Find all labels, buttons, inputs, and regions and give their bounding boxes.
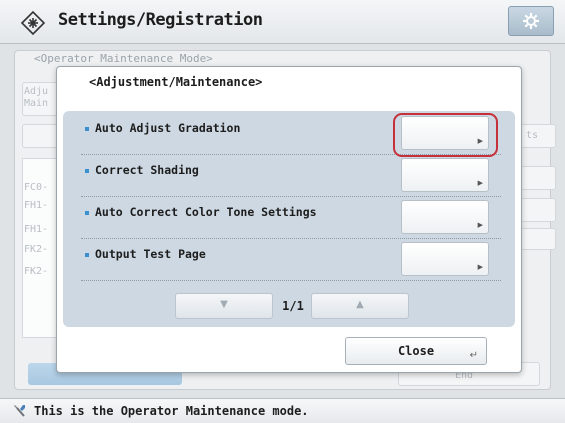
title-bar: Settings/Registration (0, 0, 565, 44)
background-label: ts (526, 130, 539, 141)
scroll-up-button[interactable]: ▲ (311, 293, 409, 319)
background-list-item: FH1- (24, 224, 49, 235)
background-list-item: FC0- (24, 182, 49, 193)
output-test-page-button[interactable]: ▶ (401, 242, 489, 276)
triangle-up-icon: ▲ (356, 299, 364, 310)
adjustment-maintenance-dialog: <Adjustment/Maintenance> Auto Adjust Gra… (56, 66, 522, 373)
bullet-icon (85, 127, 89, 131)
background-label: Adju (24, 86, 49, 97)
wrench-icon (14, 405, 25, 417)
correct-shading-button[interactable]: ▶ (401, 158, 489, 192)
gear-icon (523, 13, 539, 29)
bullet-icon (85, 211, 89, 215)
background-button (520, 166, 556, 190)
background-button (520, 198, 556, 222)
settings-registration-icon (20, 10, 46, 36)
status-message: This is the Operator Maintenance mode. (34, 404, 309, 418)
status-bar: This is the Operator Maintenance mode. (0, 398, 565, 423)
selection-highlight (393, 113, 498, 157)
page-indicator: 1/1 (282, 299, 304, 313)
triangle-right-icon: ▶ (477, 179, 483, 187)
return-arrow-icon: ↵ (469, 350, 478, 361)
settings-button[interactable] (508, 6, 554, 36)
background-subtitle: <Operator Maintenance Mode> (34, 52, 213, 65)
close-label: Close (397, 344, 435, 358)
scroll-down-button[interactable]: ▼ (175, 293, 273, 319)
item-label: Auto Adjust Gradation (95, 121, 241, 135)
triangle-down-icon: ▼ (220, 299, 228, 310)
background-list-item: FK2- (24, 266, 49, 277)
close-button[interactable]: Close ↵ (345, 337, 487, 365)
background-list-item: FH1- (24, 200, 49, 211)
item-label: Correct Shading (95, 163, 199, 177)
bullet-icon (85, 169, 89, 173)
list-item-auto-correct-color-tone: Auto Correct Color Tone Settings ▶ (81, 197, 501, 239)
page-title: Settings/Registration (58, 10, 263, 30)
bullet-icon (85, 253, 89, 257)
list-item-output-test-page: Output Test Page ▶ (81, 239, 501, 281)
item-label: Output Test Page (95, 247, 206, 261)
background-label: Main (24, 98, 49, 109)
background-list-item: FK2- (24, 244, 49, 255)
auto-correct-color-tone-button[interactable]: ▶ (401, 200, 489, 234)
item-label: Auto Correct Color Tone Settings (95, 205, 317, 219)
triangle-right-icon: ▶ (477, 221, 483, 229)
background-button (520, 228, 556, 250)
dialog-title: <Adjustment/Maintenance> (89, 75, 263, 89)
list-item-correct-shading: Correct Shading ▶ (81, 155, 501, 197)
triangle-right-icon: ▶ (477, 263, 483, 271)
